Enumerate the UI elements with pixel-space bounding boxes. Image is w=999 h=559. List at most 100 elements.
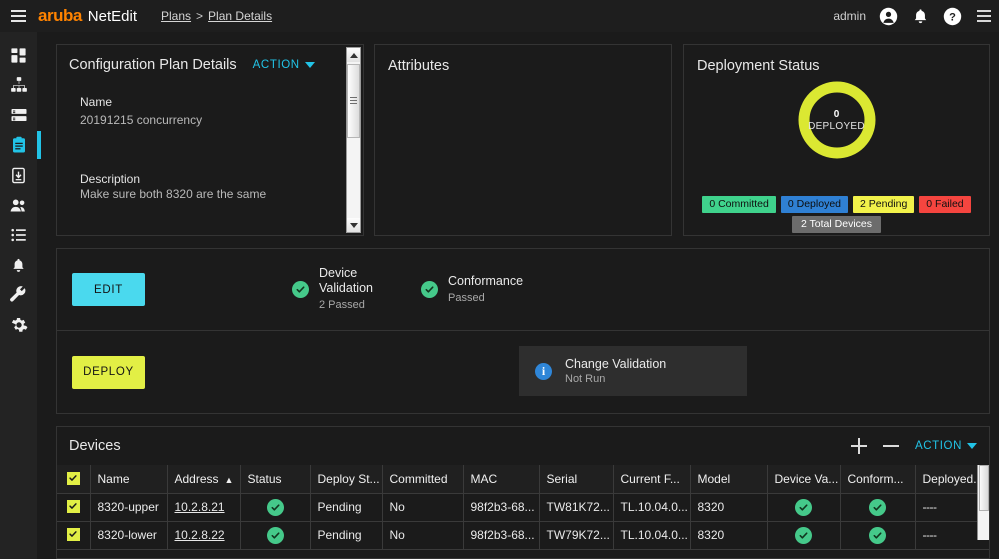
download-device-icon <box>10 167 27 184</box>
donut-center-label: 0 DEPLOYED <box>794 77 880 163</box>
column-header-current-firmware[interactable]: Current F... <box>613 465 691 494</box>
device-validation-name: Device Validation <box>319 266 373 295</box>
attributes-card-title: Attributes <box>388 58 450 74</box>
select-all-checkbox[interactable] <box>66 471 80 485</box>
column-header-status[interactable]: Status <box>240 465 311 494</box>
column-header-device-validation[interactable]: Device Va... <box>767 465 841 494</box>
username-label: admin <box>833 9 866 23</box>
scroll-up-arrow-icon[interactable] <box>347 48 360 62</box>
scrollbar-thumb[interactable] <box>979 465 989 511</box>
check-circle-icon <box>421 281 438 298</box>
change-validation-box[interactable]: i Change Validation Not Run <box>519 346 747 396</box>
devices-table-scrollbar[interactable] <box>977 465 989 540</box>
plan-action-label: ACTION <box>252 59 300 71</box>
sidebar-item-settings[interactable] <box>0 310 37 340</box>
row-select-cell[interactable] <box>57 521 91 550</box>
legend-chip-committed[interactable]: 0 Committed <box>702 196 776 213</box>
row-checkbox[interactable] <box>66 499 80 513</box>
cell-address[interactable]: 10.2.8.22 <box>167 521 241 550</box>
column-header-mac[interactable]: MAC <box>463 465 540 494</box>
sidebar-item-inventory[interactable] <box>0 100 37 130</box>
gear-icon <box>10 316 28 334</box>
cell-deploy-status: Pending <box>310 521 383 550</box>
plan-description-value: Make sure both 8320 are the same <box>80 187 267 201</box>
row-select-cell[interactable] <box>57 493 91 522</box>
help-icon[interactable]: ? <box>943 7 962 26</box>
plan-card-scrollbar[interactable] <box>346 47 361 233</box>
list-lines-icon <box>10 106 28 124</box>
bell-icon[interactable] <box>911 7 930 26</box>
cell-address-link[interactable]: 10.2.8.22 <box>175 528 225 542</box>
column-header-deploy-status[interactable]: Deploy St... <box>310 465 383 494</box>
legend-chip-failed[interactable]: 0 Failed <box>919 196 971 213</box>
legend-chip-deployed[interactable]: 0 Deployed <box>780 196 848 213</box>
sidebar-item-deploy[interactable] <box>0 160 37 190</box>
hamburger-icon[interactable] <box>0 0 36 32</box>
column-header-committed[interactable]: Committed <box>382 465 464 494</box>
brand-logo[interactable]: aruba NetEdit <box>38 6 137 26</box>
sidebar-item-topology[interactable] <box>0 70 37 100</box>
deploy-button[interactable]: DEPLOY <box>72 355 145 389</box>
cell-serial: TW81K72... <box>539 493 614 522</box>
table-row[interactable]: 8320-lower 10.2.8.22 Pending No 98f2b3-6… <box>57 521 989 550</box>
wrench-icon <box>9 285 28 305</box>
total-devices-badge[interactable]: 2 Total Devices <box>791 216 881 233</box>
check-circle-icon <box>869 498 886 516</box>
table-row[interactable]: 8320-upper 10.2.8.21 Pending No 98f2b3-6… <box>57 493 989 522</box>
validation-panel: EDIT Device Validation 2 Passed Conforma… <box>56 248 990 414</box>
cell-current-firmware: TL.10.04.0... <box>613 521 691 550</box>
info-icon: i <box>535 362 552 380</box>
deployment-legend: 0 Committed 0 Deployed 2 Pending 0 Faile… <box>684 196 989 213</box>
check-circle-icon <box>266 498 284 516</box>
user-icon[interactable] <box>879 7 898 26</box>
minus-icon[interactable] <box>882 438 899 454</box>
check-circle-icon <box>869 526 886 544</box>
breadcrumb-plan-details[interactable]: Plan Details <box>208 9 272 23</box>
row-checkbox[interactable] <box>66 527 80 541</box>
cell-deploy-status: Pending <box>310 493 383 522</box>
edit-button[interactable]: EDIT <box>72 273 145 306</box>
devices-toolbar: ACTION <box>850 438 989 454</box>
check-circle-icon <box>795 498 812 516</box>
plan-action-dropdown[interactable]: ACTION <box>253 59 315 71</box>
legend-chip-pending[interactable]: 2 Pending <box>853 196 915 213</box>
cell-committed: No <box>382 521 464 550</box>
sidebar-item-users[interactable] <box>0 190 37 220</box>
plan-name-value: 20191215 concurrency <box>80 113 203 127</box>
devices-table: Name Address ▲ Status Deploy St... Commit… <box>57 465 989 550</box>
donut-label: DEPLOYED <box>808 120 865 132</box>
clipboard-icon <box>10 136 28 154</box>
sidebar-rail <box>0 32 41 559</box>
sidebar-item-plans[interactable] <box>0 130 41 160</box>
plus-icon[interactable] <box>850 438 867 454</box>
cell-current-firmware: TL.10.04.0... <box>613 493 691 522</box>
topology-icon <box>10 76 28 94</box>
column-header-address[interactable]: Address ▲ <box>167 465 241 494</box>
cell-conformance <box>840 521 916 550</box>
sidebar-item-logs[interactable] <box>0 220 37 250</box>
users-icon <box>9 196 28 215</box>
breadcrumb-plans[interactable]: Plans <box>161 9 191 23</box>
plan-card-header: Configuration Plan Details ACTION <box>57 45 363 73</box>
select-all-header[interactable] <box>57 465 91 494</box>
scrollbar-thumb[interactable] <box>347 64 360 138</box>
column-header-name[interactable]: Name <box>90 465 168 494</box>
chevron-down-icon <box>967 443 977 449</box>
sidebar-item-tools[interactable] <box>0 280 37 310</box>
validation-row-edit: EDIT Device Validation 2 Passed Conforma… <box>57 249 989 331</box>
scroll-down-arrow-icon[interactable] <box>347 218 360 232</box>
devices-action-dropdown[interactable]: ACTION <box>915 440 977 452</box>
app-root: aruba NetEdit Plans > Plan Details admin… <box>0 0 999 559</box>
column-header-conformance[interactable]: Conform... <box>840 465 916 494</box>
validation-row-deploy: DEPLOY i Change Validation Not Run <box>57 331 989 413</box>
cell-address[interactable]: 10.2.8.21 <box>167 493 241 522</box>
column-header-serial[interactable]: Serial <box>539 465 614 494</box>
column-header-model[interactable]: Model <box>690 465 768 494</box>
change-validation-sub: Not Run <box>565 373 606 385</box>
cell-address-link[interactable]: 10.2.8.21 <box>175 500 225 514</box>
sidebar-item-alerts[interactable] <box>0 250 37 280</box>
column-header-address-label: Address <box>174 471 219 486</box>
app-menu-icon[interactable] <box>975 10 991 22</box>
device-validation-sub: 2 Passed <box>319 299 365 311</box>
sidebar-item-dashboard[interactable] <box>0 40 37 70</box>
